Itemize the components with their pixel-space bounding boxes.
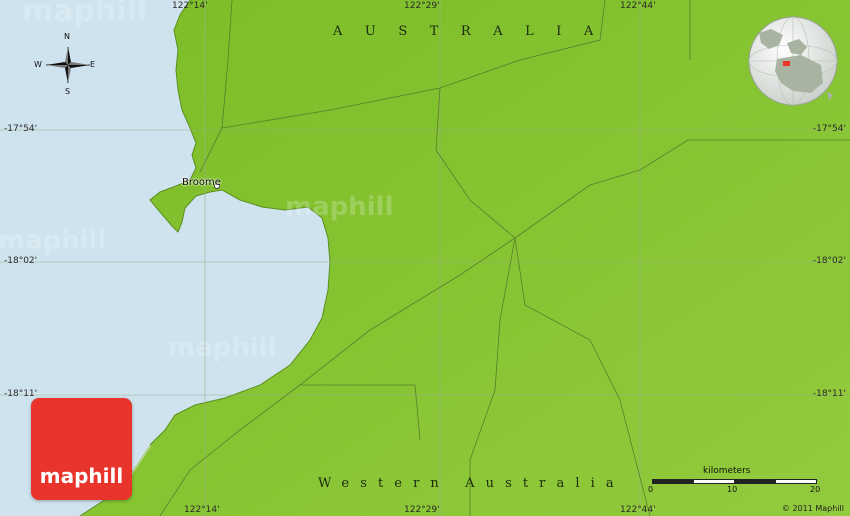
longitude-label-top: 122°14' <box>172 1 208 11</box>
latitude-label-left: -18°11' <box>4 389 38 399</box>
scale-segment <box>734 479 776 484</box>
watermark: maphill <box>0 226 107 256</box>
scale-tick-label: 20 <box>810 485 821 494</box>
scale-bar: kilometers 0 10 20 <box>648 466 823 494</box>
compass-east-label: E <box>90 60 96 69</box>
copyright-notice: © 2011 Maphill <box>781 504 844 513</box>
longitude-label-bottom: 122°29' <box>404 505 440 515</box>
watermark: maphill <box>285 192 394 222</box>
locator-globe-icon <box>748 16 838 106</box>
compass-west-label: W <box>34 60 42 69</box>
scale-title: kilometers <box>703 466 751 476</box>
scale-segment <box>693 479 735 484</box>
latitude-label-left: -17°54' <box>4 124 38 134</box>
scale-tick-label: 0 <box>648 485 654 494</box>
latitude-label-left: -18°02' <box>4 256 38 266</box>
logo-text: maphill <box>39 464 124 488</box>
scale-tick-label: 10 <box>727 485 738 494</box>
city-label[interactable]: Broome <box>182 177 221 188</box>
latitude-label-right: -18°02' <box>812 256 846 266</box>
watermark: maphill <box>22 0 148 29</box>
longitude-label-top: 122°29' <box>404 1 440 11</box>
longitude-label-bottom: 122°44' <box>620 505 656 515</box>
compass-south-label: S <box>65 87 71 96</box>
scale-segment <box>775 479 817 484</box>
country-label: AUSTRALIA <box>333 24 616 39</box>
latitude-label-right: -17°54' <box>812 124 846 134</box>
maphill-logo[interactable]: maphill <box>31 398 132 500</box>
compass-icon: N S W E <box>30 32 106 98</box>
map-view[interactable]: maphill maphill maphill maphill 122°14' … <box>0 0 850 516</box>
latitude-label-right: -18°11' <box>812 389 846 399</box>
longitude-label-top: 122°44' <box>620 1 656 11</box>
compass-north-label: N <box>64 32 70 41</box>
region-label: Western Australia <box>318 476 625 491</box>
scale-segment <box>652 479 694 484</box>
longitude-label-bottom: 122°14' <box>184 505 220 515</box>
scale-bar-graphic <box>652 479 817 484</box>
watermark: maphill <box>168 333 277 363</box>
